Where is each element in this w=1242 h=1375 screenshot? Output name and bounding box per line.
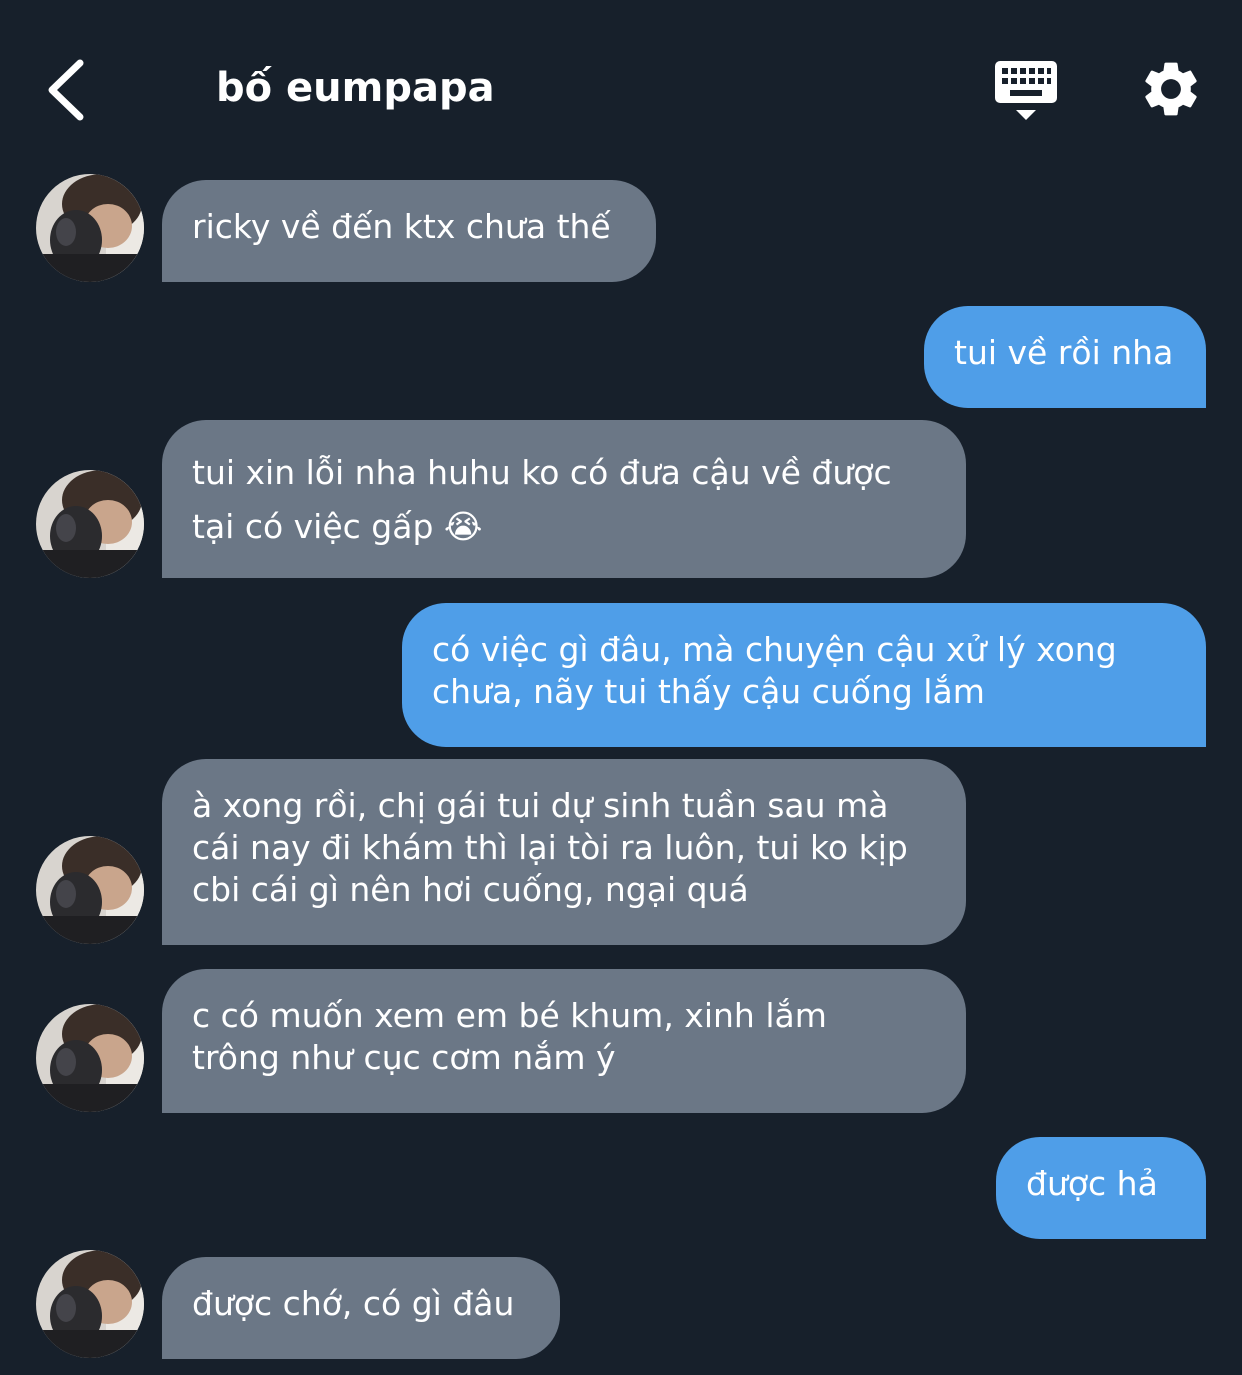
keyboard-hide-icon xyxy=(995,61,1057,120)
message-bubble-outgoing[interactable]: có việc gì đâu, mà chuyện cậu xử lý xong… xyxy=(402,603,1206,747)
chevron-left-icon xyxy=(48,59,84,121)
avatar-photo xyxy=(36,174,144,282)
message-bubble-incoming[interactable]: tui xin lỗi nha huhu ko có đưa cậu về đư… xyxy=(162,420,966,578)
keyboard-toggle-button[interactable] xyxy=(992,58,1062,124)
message-bubble-incoming[interactable]: được chớ, có gì đâu xyxy=(162,1257,560,1359)
message-bubble-incoming[interactable]: ricky về đến ktx chưa thế xyxy=(162,180,656,282)
message-bubble-outgoing[interactable]: tui về rồi nha xyxy=(924,306,1206,408)
chat-header: bố eumpapa xyxy=(0,0,1242,170)
avatar[interactable] xyxy=(36,470,144,578)
avatar-photo xyxy=(36,836,144,944)
avatar-photo xyxy=(36,1250,144,1358)
avatar[interactable] xyxy=(36,1004,144,1112)
gear-icon xyxy=(1145,62,1197,116)
settings-button[interactable] xyxy=(1138,56,1204,122)
avatar-photo xyxy=(36,1004,144,1112)
chat-title[interactable]: bố eumpapa xyxy=(216,62,495,114)
avatar-photo xyxy=(36,470,144,578)
avatar[interactable] xyxy=(36,174,144,282)
message-bubble-incoming[interactable]: c có muốn xem em bé khum, xinh lắm trông… xyxy=(162,969,966,1113)
message-bubble-outgoing[interactable]: được hả xyxy=(996,1137,1206,1239)
avatar[interactable] xyxy=(36,1250,144,1358)
avatar[interactable] xyxy=(36,836,144,944)
back-button[interactable] xyxy=(40,55,100,125)
message-bubble-incoming[interactable]: à xong rồi, chị gái tui dự sinh tuần sau… xyxy=(162,759,966,945)
